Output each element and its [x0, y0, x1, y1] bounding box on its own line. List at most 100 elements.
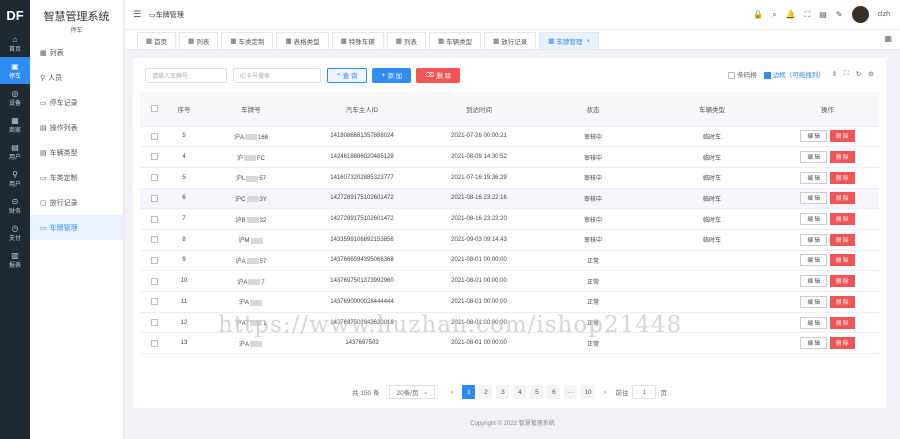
row-delete-button[interactable]: 删 除 [830, 233, 855, 246]
page-button[interactable]: 1 [462, 385, 476, 399]
edit-button[interactable]: 编 辑 [800, 295, 827, 308]
layout-icon[interactable]: ▤ [819, 10, 827, 19]
page-button[interactable]: 5 [530, 385, 544, 399]
notification-icon[interactable]: 🔔 [786, 10, 796, 19]
stripe-option[interactable]: 条码格 [728, 69, 757, 79]
page-button[interactable]: 3 [496, 385, 510, 399]
page-button[interactable]: 2 [479, 385, 493, 399]
menu-item[interactable]: ▤ 车辆类型 [30, 140, 123, 165]
delete-button[interactable]: ⌫ 删 除 [416, 67, 461, 83]
page-size-select[interactable]: 20条/页 ⌄ [389, 385, 436, 399]
border-checkbox[interactable] [763, 71, 771, 79]
page-button[interactable]: ··· [564, 385, 578, 399]
fullscreen-table-icon[interactable]: ⛶ [844, 70, 849, 78]
table-row[interactable]: 11 沪A 1437690000028444444 2021-08-01 00:… [140, 291, 879, 313]
theme-icon[interactable]: ✎ [836, 10, 843, 19]
row-delete-button[interactable]: 删 除 [830, 316, 855, 329]
rail-item[interactable]: ◎ 设备 [0, 84, 30, 111]
row-checkbox[interactable] [150, 339, 158, 347]
rail-item[interactable]: ⌂ 首页 [0, 30, 30, 57]
row-checkbox[interactable] [150, 215, 158, 223]
close-icon[interactable]: × [586, 38, 590, 45]
fullscreen-icon[interactable]: ⛶ [805, 10, 811, 20]
rail-item[interactable]: ⚲ 用户 [0, 165, 30, 192]
table-row[interactable]: 8 沪M 1433599106892153856 2021-09-03 09:1… [140, 229, 879, 251]
row-delete-button[interactable]: 删 除 [830, 337, 855, 350]
row-checkbox[interactable] [150, 132, 158, 140]
user-name[interactable]: clzh [878, 11, 890, 18]
table-row[interactable]: 5 沪L 57 1416073202885323777 2021-07-16 19… [140, 167, 879, 189]
avatar[interactable] [851, 6, 869, 23]
tab[interactable]: ▦ 特殊车辆 [331, 32, 384, 49]
tab[interactable]: ▦ 首页 [137, 32, 177, 49]
refresh-icon[interactable]: ↻ [856, 70, 861, 78]
page-button[interactable]: 6 [547, 385, 561, 399]
row-delete-button[interactable]: 删 除 [830, 213, 855, 226]
table-row[interactable]: 4 沪 FC 1424618886020485129 2021-08-09 14:… [140, 146, 879, 168]
rail-item[interactable]: ◷ 支付 [0, 219, 30, 246]
table-row[interactable]: 13 沪A 1437697503 2021-08-01 00:00:00 正常 … [140, 332, 879, 355]
rail-item[interactable]: ⊙ 财务 [0, 192, 30, 219]
tab[interactable]: ▦ 列表 [179, 32, 219, 49]
row-checkbox[interactable] [150, 277, 158, 285]
row-delete-button[interactable]: 删 除 [830, 151, 855, 164]
prev-page-button[interactable]: ‹ [445, 385, 458, 399]
search-icon[interactable]: ⌕ [772, 10, 776, 20]
table-row[interactable]: 12 沪A7 1 1437697502943630016 2021-08-01 0… [140, 312, 879, 334]
rail-item[interactable]: ▥ 报表 [0, 246, 30, 273]
table-row[interactable]: 9 沪A 57 1437666594395066368 2021-08-01 00… [140, 250, 879, 272]
rail-item[interactable]: ▦ 商家 [0, 111, 30, 138]
lock-icon[interactable]: 🔒 [753, 10, 763, 19]
plate-search-input[interactable]: 请输入车牌号 [145, 67, 227, 83]
row-checkbox[interactable] [150, 256, 158, 264]
tab[interactable]: ▦ 放行记录 [484, 32, 537, 49]
edit-button[interactable]: 编 辑 [800, 213, 827, 226]
table-row[interactable]: 10 沪A 7 1437697501373992960 2021-08-01 00… [140, 270, 879, 292]
edit-button[interactable]: 编 辑 [800, 233, 827, 246]
ic-search-input[interactable]: IC卡号搜索 [233, 67, 321, 83]
row-checkbox[interactable] [150, 298, 158, 306]
column-height-icon[interactable]: ⇕ [832, 70, 837, 78]
tab[interactable]: ▦ 车牌管理 × [539, 32, 600, 49]
stripe-checkbox[interactable] [728, 71, 736, 79]
row-checkbox[interactable] [150, 153, 158, 161]
page-button[interactable]: 4 [513, 385, 527, 399]
page-button[interactable]: 10 [581, 385, 595, 399]
rail-item[interactable]: ▣ 停车 [0, 57, 30, 84]
tab[interactable]: ▦ 车辆类型 [428, 32, 482, 49]
menu-item[interactable]: ▢ 放行记录 [30, 190, 123, 215]
add-button[interactable]: + 添 加 [372, 67, 412, 83]
row-delete-button[interactable]: 删 除 [830, 295, 855, 308]
table-row[interactable]: 5 沪A 168 1418086681357888024 2021-07-26 0… [140, 126, 879, 148]
row-delete-button[interactable]: 删 除 [830, 275, 855, 288]
edit-button[interactable]: 编 辑 [800, 130, 827, 143]
menu-item[interactable]: ▦ 列表 [30, 40, 123, 65]
row-delete-button[interactable]: 删 除 [830, 254, 855, 267]
edit-button[interactable]: 编 辑 [800, 275, 827, 288]
tab[interactable]: ▦ 表格类型 [276, 32, 329, 49]
row-delete-button[interactable]: 删 除 [830, 192, 855, 205]
select-all-checkbox[interactable] [150, 105, 158, 113]
search-button[interactable]: ⌕ 查 询 [327, 67, 368, 83]
row-checkbox[interactable] [150, 174, 158, 182]
jump-input[interactable]: 1 [632, 385, 657, 399]
edit-button[interactable]: 编 辑 [800, 254, 827, 267]
menu-item[interactable]: ⚲ 人员 [30, 65, 123, 90]
edit-button[interactable]: 编 辑 [800, 192, 827, 205]
menu-item[interactable]: ▤ 操作列表 [30, 115, 123, 140]
settings-icon[interactable]: ⚙ [868, 70, 874, 78]
row-checkbox[interactable] [150, 236, 158, 244]
row-delete-button[interactable]: 删 除 [830, 171, 855, 184]
tab[interactable]: ▦ 列表 [386, 32, 426, 49]
row-delete-button[interactable]: 删 除 [830, 130, 855, 143]
rail-item[interactable]: ▤ 用户 [0, 138, 30, 165]
row-checkbox[interactable] [150, 318, 158, 326]
row-checkbox[interactable] [150, 194, 158, 202]
edit-button[interactable]: 编 辑 [800, 316, 827, 329]
edit-button[interactable]: 编 辑 [800, 151, 827, 164]
menu-item[interactable]: ▭ 车牌管理 [30, 215, 123, 240]
menu-item[interactable]: ▭ 停车记录 [30, 90, 123, 115]
next-page-button[interactable]: › [598, 385, 611, 399]
edit-button[interactable]: 编 辑 [800, 171, 827, 184]
grid-menu-icon[interactable]: ▦ [884, 34, 892, 43]
